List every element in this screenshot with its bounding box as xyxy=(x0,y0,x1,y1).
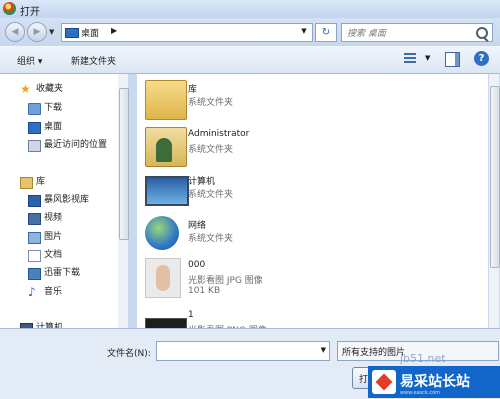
address-location[interactable]: 桌面 xyxy=(81,26,99,39)
refresh-button[interactable]: ↻ xyxy=(315,23,337,42)
star-icon: ★ xyxy=(20,82,31,96)
thunder-download-icon xyxy=(28,268,41,280)
search-input[interactable]: 搜索 桌面 xyxy=(347,26,386,39)
watermark-url: jb51.net xyxy=(400,352,446,365)
new-folder-button[interactable]: 新建文件夹 xyxy=(71,54,116,67)
address-row: ◀ ▶ ▼ 桌面 ▶ ▼ ↻ 搜索 桌面 xyxy=(0,18,500,46)
downloads-folder-icon xyxy=(28,103,41,115)
window-title: 打开 xyxy=(20,7,40,18)
file-list: 库 系统文件夹 Administrator 系统文件夹 计算机 系统文件夹 网络… xyxy=(137,74,488,328)
user-folder-icon xyxy=(145,127,187,167)
computer-icon xyxy=(145,176,189,206)
file-item-administrator[interactable]: Administrator 系统文件夹 xyxy=(137,125,477,169)
filename-dropdown-icon[interactable]: ▼ xyxy=(321,346,326,354)
sidebar-scrollbar[interactable] xyxy=(118,74,129,328)
help-icon[interactable]: ? xyxy=(474,51,489,66)
view-options-dropdown-icon[interactable]: ▼ xyxy=(425,54,430,62)
file-item-network[interactable]: 网络 系统文件夹 xyxy=(137,214,477,258)
watermark-subtext: www.easck.com xyxy=(400,390,441,396)
watermark-banner: 易采站长站 www.easck.com xyxy=(368,366,500,398)
breadcrumb-chevron-icon[interactable]: ▶ xyxy=(111,26,117,35)
file-item-library[interactable]: 库 系统文件夹 xyxy=(137,78,477,122)
file-name: 网络 xyxy=(188,221,207,231)
music-icon: ♪ xyxy=(28,285,36,299)
file-name: 1 xyxy=(188,310,194,320)
forward-button[interactable]: ▶ xyxy=(27,22,47,42)
file-list-scrollbar-thumb[interactable] xyxy=(490,86,500,268)
desktop-icon xyxy=(28,122,41,134)
file-item-000[interactable]: 000 光影看图 JPG 图像 101 KB xyxy=(137,256,477,300)
sidebar-item-label: 音乐 xyxy=(44,287,63,297)
organize-button[interactable]: 组织 ▾ xyxy=(17,54,42,67)
file-name: 库 xyxy=(188,85,198,95)
network-icon xyxy=(145,216,179,250)
address-bar[interactable]: 桌面 ▶ xyxy=(61,23,313,42)
video-library-icon xyxy=(28,195,41,207)
image-thumbnail-icon xyxy=(145,258,181,298)
watermark: jb51.net 易采站长站 www.easck.com xyxy=(360,300,500,398)
recent-pages-dropdown-icon[interactable]: ▼ xyxy=(49,28,54,36)
file-type: 系统文件夹 xyxy=(188,190,234,200)
file-name: 计算机 xyxy=(188,177,216,187)
sidebar-item-label: 图片 xyxy=(44,232,63,242)
sidebar-item-label: 库 xyxy=(36,177,46,187)
sidebar-item-label: 最近访问的位置 xyxy=(44,140,108,150)
search-box[interactable]: 搜索 桌面 xyxy=(341,23,493,42)
file-item-computer[interactable]: 计算机 系统文件夹 xyxy=(137,170,477,214)
filename-label: 文件名(N): xyxy=(107,349,151,359)
change-view-icon[interactable] xyxy=(404,53,416,65)
sidebar-item-label: 迅雷下载 xyxy=(44,268,81,278)
library-folder-icon xyxy=(145,80,187,120)
watermark-brand: 易采站长站 xyxy=(400,374,470,390)
file-type: 光影看图 JPG 图像 xyxy=(188,276,263,286)
sidebar-item-label: 收藏夹 xyxy=(36,84,64,94)
address-dropdown-icon[interactable]: ▼ xyxy=(298,24,310,39)
file-list-scrollbar[interactable] xyxy=(489,74,500,328)
file-name: 000 xyxy=(188,260,206,270)
documents-icon xyxy=(28,250,41,262)
title-bar: 打开 xyxy=(0,0,500,18)
library-icon xyxy=(20,177,33,189)
sidebar-scrollbar-thumb[interactable] xyxy=(119,88,129,240)
pictures-icon xyxy=(28,232,41,244)
file-size: 101 KB xyxy=(188,286,221,296)
sidebar-item-label: 文档 xyxy=(44,250,63,260)
app-icon xyxy=(3,2,16,15)
preview-pane-icon[interactable] xyxy=(445,52,460,67)
search-icon[interactable] xyxy=(476,27,488,39)
file-name: Administrator xyxy=(188,129,250,139)
videos-icon xyxy=(28,213,41,225)
desktop-icon xyxy=(65,28,79,38)
navigation-pane: ★ 收藏夹 下载 桌面 最近访问的位置 库 暴风影视库 视频 图片 文档 迅雷下… xyxy=(0,74,128,335)
back-button[interactable]: ◀ xyxy=(5,22,25,42)
watermark-logo-icon xyxy=(372,370,396,394)
filename-field[interactable]: ▼ xyxy=(156,341,330,361)
sidebar-item-label: 桌面 xyxy=(44,122,63,132)
sidebar-item-label: 视频 xyxy=(44,213,63,223)
command-bar: 组织 ▾ 新建文件夹 ▼ ? xyxy=(0,46,500,74)
file-type: 系统文件夹 xyxy=(188,98,234,108)
sidebar-item-label: 下载 xyxy=(44,103,63,113)
file-type: 系统文件夹 xyxy=(188,234,234,244)
recent-places-icon xyxy=(28,140,41,152)
sidebar-item-label: 暴风影视库 xyxy=(44,195,90,205)
image-thumbnail-icon xyxy=(145,318,187,328)
file-type: 系统文件夹 xyxy=(188,145,234,155)
